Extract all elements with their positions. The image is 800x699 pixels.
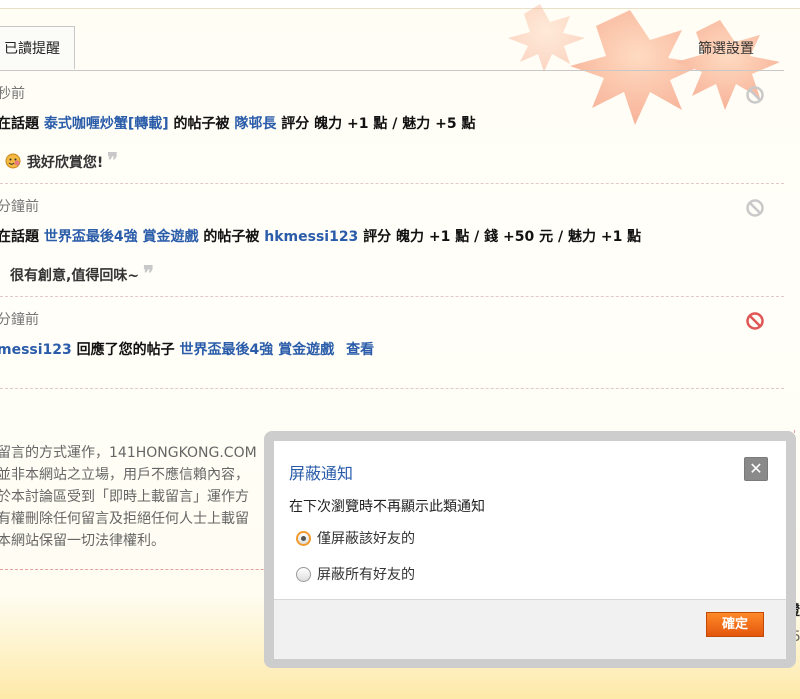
quote-text: 我好欣賞您! bbox=[26, 155, 104, 171]
dialog-title: 屏蔽通知 bbox=[289, 464, 354, 483]
close-icon[interactable]: ✕ bbox=[744, 457, 768, 481]
block-notification-dialog: 屏蔽通知 ✕ 在下次瀏覽時不再顯示此類通知 僅屏蔽該好友的 屏蔽所有好友的 確定 bbox=[274, 441, 786, 659]
confirm-button[interactable]: 確定 bbox=[706, 612, 764, 637]
user-link[interactable]: messi123 bbox=[0, 342, 72, 358]
option-block-this-friend[interactable]: 僅屏蔽該好友的 bbox=[296, 528, 415, 548]
disclaimer-notice: 留言的方式運作，141HONGKONG.COM 並非本網站之立場，用戶不應信賴內… bbox=[0, 442, 257, 552]
maple-leaf-decoration bbox=[508, 4, 780, 125]
separator bbox=[0, 388, 784, 389]
notice-line: 並非本網站之立場，用戶不應信賴內容， bbox=[0, 467, 249, 483]
notification-quote: 很有創意,值得回味~ ❞ bbox=[10, 261, 154, 285]
quote-mark-icon: ❞ bbox=[107, 148, 119, 172]
notification-line: 在話題 泰式咖喱炒蟹[轉載] 的帖子被 隊邨長 評分 魄力 +1 點 / 魅力 … bbox=[0, 113, 475, 133]
view-link[interactable]: 查看 bbox=[346, 342, 374, 358]
radio-selected[interactable] bbox=[296, 530, 311, 546]
separator bbox=[0, 183, 784, 184]
notification-time: 分鐘前 bbox=[0, 199, 39, 215]
block-icon[interactable] bbox=[745, 85, 765, 105]
notice-line: 於本討論區受到「即時上載留言」運作方 bbox=[0, 489, 249, 505]
tab-bar: 已讀提醒 篩選設置 bbox=[0, 26, 784, 71]
notice-line: 留言的方式運作，141HONGKONG.COM bbox=[0, 445, 257, 461]
quote-text: 很有創意,值得回味~ bbox=[10, 268, 140, 284]
user-link[interactable]: hkmessi123 bbox=[264, 229, 358, 245]
notice-line: 有權刪除任何留言及拒絕任何人士上載留 bbox=[0, 511, 249, 527]
notification-time: 分鐘前 bbox=[0, 312, 39, 328]
notification-quote: 我好欣賞您! ❞ bbox=[4, 148, 118, 172]
notification-prefix: 在話題 bbox=[0, 116, 44, 132]
radio-unselected[interactable] bbox=[296, 566, 311, 582]
tab-read-notifications[interactable]: 已讀提醒 bbox=[0, 26, 75, 69]
notification-line: 在話題 世界盃最後4強 賞金遊戲 的帖子被 hkmessi123 評分 魄力 +… bbox=[0, 226, 641, 246]
notification-mid: 回應了您的帖子 bbox=[71, 342, 180, 358]
notification-suffix: 評分 魄力 +1 點 / 魅力 +5 點 bbox=[276, 116, 476, 132]
block-icon[interactable] bbox=[745, 198, 765, 218]
filter-settings-link[interactable]: 篩選設置 bbox=[698, 38, 754, 58]
topic-link[interactable]: 泰式咖喱炒蟹[轉載] bbox=[44, 116, 169, 132]
dialog-description: 在下次瀏覽時不再顯示此類通知 bbox=[289, 499, 485, 515]
emoji-icon bbox=[5, 153, 21, 169]
option-label: 屏蔽所有好友的 bbox=[317, 567, 415, 583]
notification-time: 秒前 bbox=[0, 86, 25, 102]
dialog-footer: 確定 bbox=[274, 599, 786, 659]
notification-mid: 的帖子被 bbox=[198, 229, 265, 245]
topic-link[interactable]: 世界盃最後4強 賞金遊戲 bbox=[180, 342, 335, 358]
quote-mark-icon: ❞ bbox=[143, 261, 154, 285]
notice-line: 本網站保留一切法律權利。 bbox=[0, 533, 165, 549]
notification-mid: 的帖子被 bbox=[168, 116, 235, 132]
block-icon-active[interactable] bbox=[745, 311, 765, 331]
topic-link[interactable]: 世界盃最後4強 賞金遊戲 bbox=[44, 229, 199, 245]
notification-line: messi123 回應了您的帖子 世界盃最後4強 賞金遊戲 查看 bbox=[0, 339, 374, 359]
notification-prefix: 在話題 bbox=[0, 229, 44, 245]
option-label: 僅屏蔽該好友的 bbox=[317, 531, 415, 547]
notification-suffix: 評分 魄力 +1 點 / 錢 +50 元 / 魅力 +1 點 bbox=[358, 229, 642, 245]
separator bbox=[0, 296, 784, 297]
option-block-all-friends[interactable]: 屏蔽所有好友的 bbox=[296, 564, 415, 584]
user-link[interactable]: 隊邨長 bbox=[234, 116, 276, 132]
